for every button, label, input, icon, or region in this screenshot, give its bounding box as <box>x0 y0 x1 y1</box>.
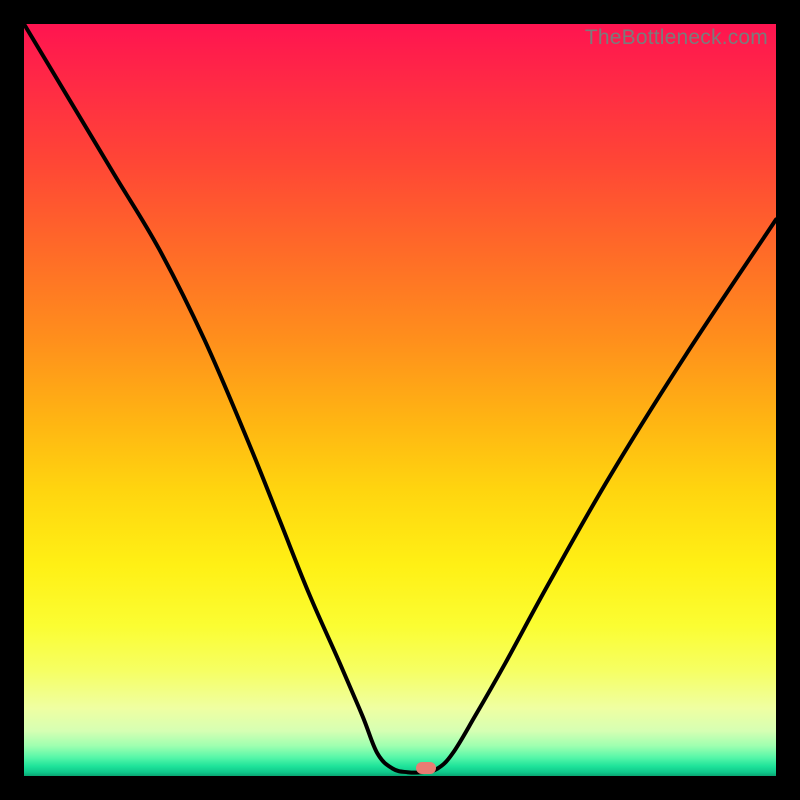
bottleneck-curve <box>24 24 776 776</box>
optimal-marker <box>416 762 436 774</box>
plot-area: TheBottleneck.com <box>24 24 776 776</box>
curve-path <box>24 24 776 773</box>
chart-stage: TheBottleneck.com <box>0 0 800 800</box>
